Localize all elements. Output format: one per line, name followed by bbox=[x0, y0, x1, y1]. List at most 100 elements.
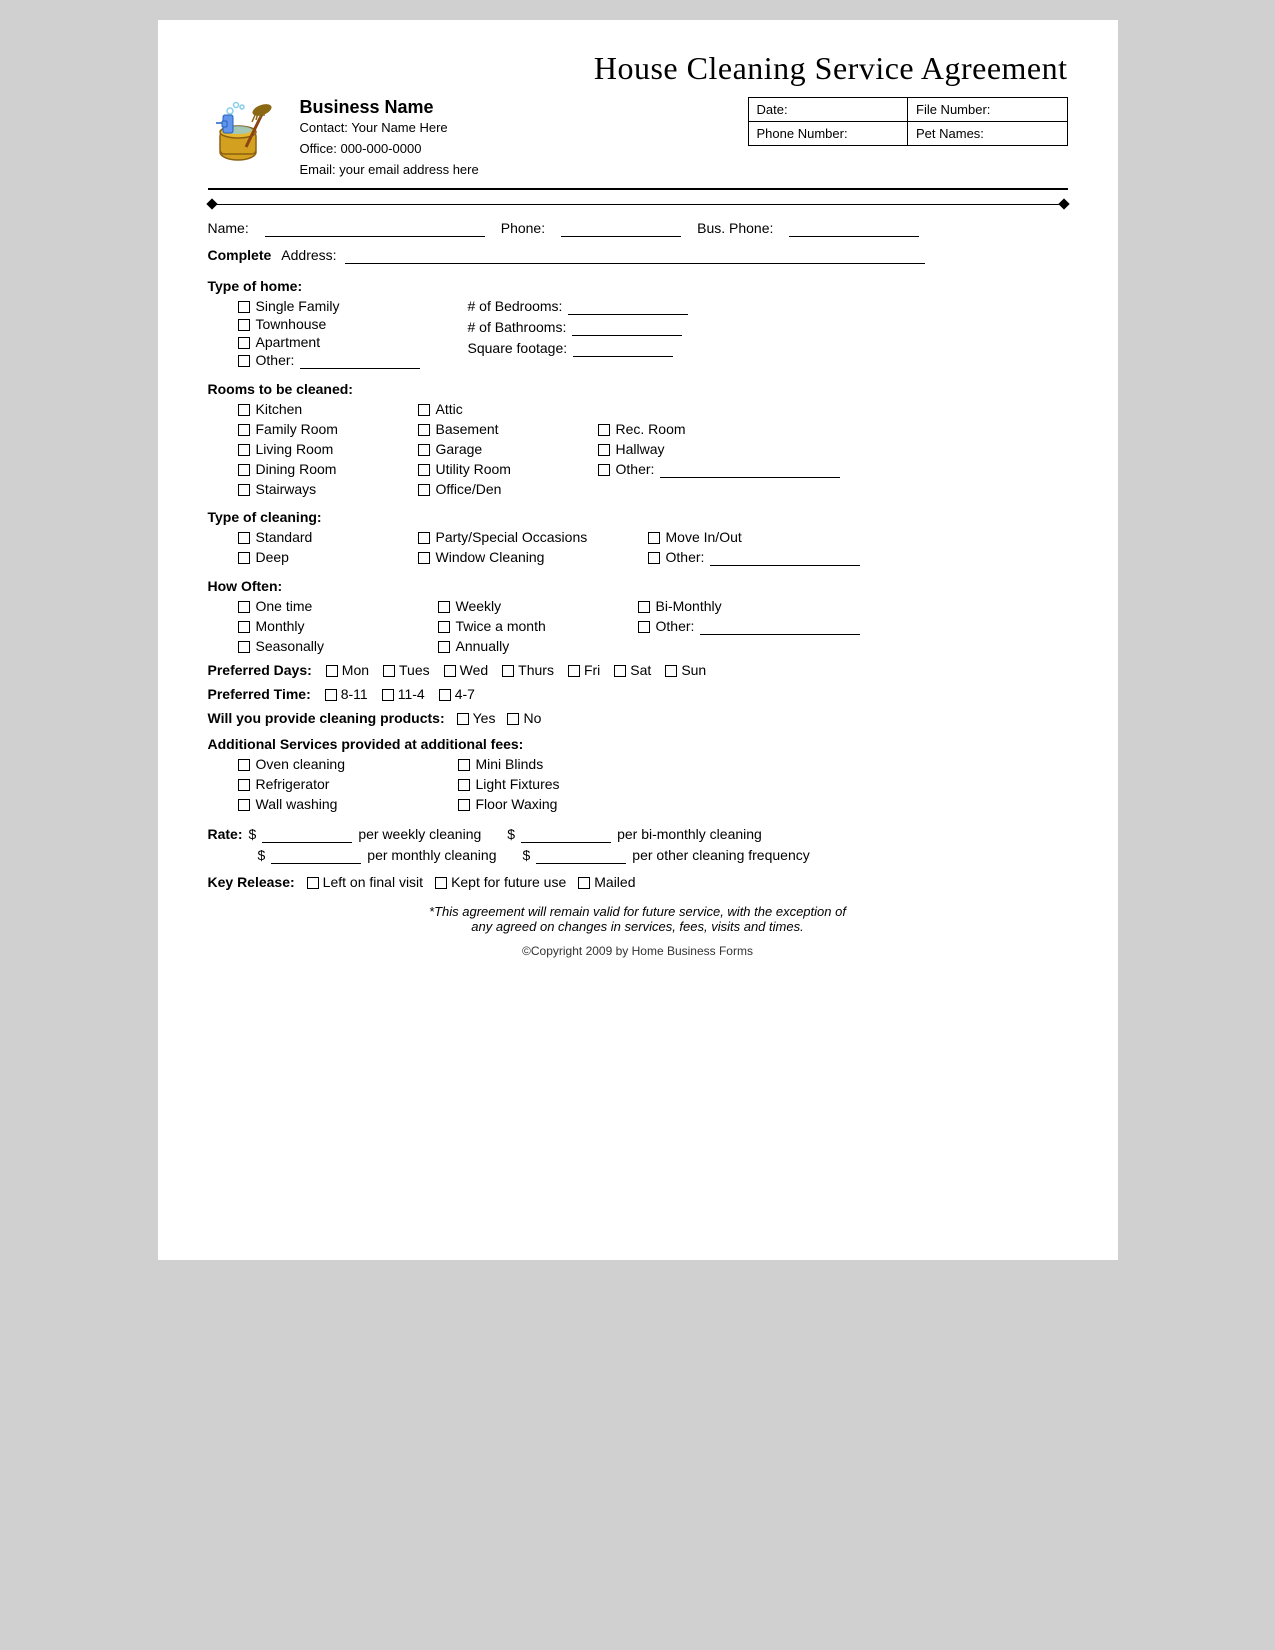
checkbox-party[interactable] bbox=[418, 532, 430, 544]
checkbox-family-room[interactable] bbox=[238, 424, 250, 436]
checkbox-tues[interactable] bbox=[383, 665, 395, 677]
checkbox-light-fixtures[interactable] bbox=[458, 779, 470, 791]
room-other: Other: bbox=[598, 461, 841, 478]
checkbox-hallway[interactable] bbox=[598, 444, 610, 456]
business-name: Business Name bbox=[300, 97, 479, 118]
rate-bimonthly-input[interactable] bbox=[521, 826, 611, 843]
checkbox-other-home[interactable] bbox=[238, 355, 250, 367]
checkbox-4-7[interactable] bbox=[439, 689, 451, 701]
other-often-input[interactable] bbox=[700, 618, 860, 635]
checkbox-office-den[interactable] bbox=[418, 484, 430, 496]
sqfootage-input[interactable] bbox=[573, 340, 673, 357]
checkbox-no-products[interactable] bbox=[507, 713, 519, 725]
address-input-field[interactable] bbox=[345, 247, 925, 264]
room-kitchen: Kitchen bbox=[238, 401, 418, 417]
other-cleaning-input[interactable] bbox=[710, 549, 860, 566]
email-label: Email: bbox=[300, 162, 336, 177]
footer-agreement-text: *This agreement will remain valid for fu… bbox=[208, 904, 1068, 934]
kitchen-label: Kitchen bbox=[256, 401, 303, 417]
checkbox-basement[interactable] bbox=[418, 424, 430, 436]
rate-other-input[interactable] bbox=[536, 847, 626, 864]
checkbox-8-11[interactable] bbox=[325, 689, 337, 701]
service-mini-blinds: Mini Blinds bbox=[458, 756, 678, 772]
thurs-label: Thurs bbox=[518, 662, 554, 678]
checkbox-utility-room[interactable] bbox=[418, 464, 430, 476]
checkbox-single-family[interactable] bbox=[238, 301, 250, 313]
checkbox-apartment[interactable] bbox=[238, 337, 250, 349]
checkbox-window[interactable] bbox=[418, 552, 430, 564]
business-info: Business Name Contact: Your Name Here Of… bbox=[208, 97, 748, 180]
checkbox-sun[interactable] bbox=[665, 665, 677, 677]
bathrooms-label: # of Bathrooms: bbox=[468, 319, 567, 335]
bus-phone-input-field[interactable] bbox=[789, 220, 919, 237]
phone-input-field[interactable] bbox=[561, 220, 681, 237]
checkbox-wall-washing[interactable] bbox=[238, 799, 250, 811]
tues-label: Tues bbox=[399, 662, 430, 678]
checkbox-other-often[interactable] bbox=[638, 621, 650, 633]
seasonally-label: Seasonally bbox=[256, 638, 325, 654]
header-section: Business Name Contact: Your Name Here Of… bbox=[208, 97, 1068, 190]
checkbox-refrigerator[interactable] bbox=[238, 779, 250, 791]
checkbox-annually[interactable] bbox=[438, 641, 450, 653]
header-fields-row-1: Date: File Number: bbox=[749, 98, 1067, 122]
service-floor-waxing: Floor Waxing bbox=[458, 796, 678, 812]
checkbox-dining-room[interactable] bbox=[238, 464, 250, 476]
other-room-input[interactable] bbox=[660, 461, 840, 478]
products-label: Will you provide cleaning products: bbox=[208, 710, 445, 726]
checkbox-mailed[interactable] bbox=[578, 877, 590, 889]
name-input-field[interactable] bbox=[265, 220, 485, 237]
business-logo bbox=[208, 97, 288, 177]
rate-weekly-input[interactable] bbox=[262, 826, 352, 843]
checkbox-floor-waxing[interactable] bbox=[458, 799, 470, 811]
checkbox-yes-products[interactable] bbox=[457, 713, 469, 725]
room-office-den: Office/Den bbox=[418, 481, 598, 497]
service-refrigerator: Refrigerator bbox=[238, 776, 458, 792]
rate-monthly-input[interactable] bbox=[271, 847, 361, 864]
other-home-label: Other: bbox=[256, 352, 295, 368]
deep-label: Deep bbox=[256, 549, 289, 565]
sat-label: Sat bbox=[630, 662, 651, 678]
checkbox-townhouse[interactable] bbox=[238, 319, 250, 331]
room-garage: Garage bbox=[418, 441, 598, 457]
checkbox-seasonally[interactable] bbox=[238, 641, 250, 653]
checkbox-oven[interactable] bbox=[238, 759, 250, 771]
other-home-input[interactable] bbox=[300, 352, 420, 369]
checkbox-kept-future[interactable] bbox=[435, 877, 447, 889]
checkbox-living-room[interactable] bbox=[238, 444, 250, 456]
attic-label: Attic bbox=[436, 401, 463, 417]
bathrooms-input[interactable] bbox=[572, 319, 682, 336]
left-final-label: Left on final visit bbox=[323, 874, 423, 890]
checkbox-bimonthly[interactable] bbox=[638, 601, 650, 613]
bedrooms-input[interactable] bbox=[568, 298, 688, 315]
checkbox-onetime[interactable] bbox=[238, 601, 250, 613]
utility-room-label: Utility Room bbox=[436, 461, 511, 477]
checkbox-kitchen[interactable] bbox=[238, 404, 250, 416]
dollar-3: $ bbox=[258, 847, 266, 863]
annually-label: Annually bbox=[456, 638, 510, 654]
checkbox-mon[interactable] bbox=[326, 665, 338, 677]
checkbox-moveinout[interactable] bbox=[648, 532, 660, 544]
checkbox-standard[interactable] bbox=[238, 532, 250, 544]
checkbox-other-room[interactable] bbox=[598, 464, 610, 476]
checkbox-11-4[interactable] bbox=[382, 689, 394, 701]
checkbox-thurs[interactable] bbox=[502, 665, 514, 677]
checkbox-weekly[interactable] bbox=[438, 601, 450, 613]
checkbox-mini-blinds[interactable] bbox=[458, 759, 470, 771]
checkbox-monthly[interactable] bbox=[238, 621, 250, 633]
checkbox-wed[interactable] bbox=[444, 665, 456, 677]
checkbox-sat[interactable] bbox=[614, 665, 626, 677]
checkbox-other-cleaning[interactable] bbox=[648, 552, 660, 564]
checkbox-garage[interactable] bbox=[418, 444, 430, 456]
checkbox-left-final[interactable] bbox=[307, 877, 319, 889]
day-mon: Mon bbox=[326, 662, 369, 678]
checkbox-attic[interactable] bbox=[418, 404, 430, 416]
mailed-label: Mailed bbox=[594, 874, 635, 890]
checkbox-deep[interactable] bbox=[238, 552, 250, 564]
checkbox-rec-room[interactable] bbox=[598, 424, 610, 436]
checkbox-stairways[interactable] bbox=[238, 484, 250, 496]
garage-label: Garage bbox=[436, 441, 483, 457]
checkbox-twice-month[interactable] bbox=[438, 621, 450, 633]
checkbox-fri[interactable] bbox=[568, 665, 580, 677]
decor-line-1 bbox=[208, 200, 1068, 208]
business-contact: Contact: Your Name Here bbox=[300, 118, 479, 139]
